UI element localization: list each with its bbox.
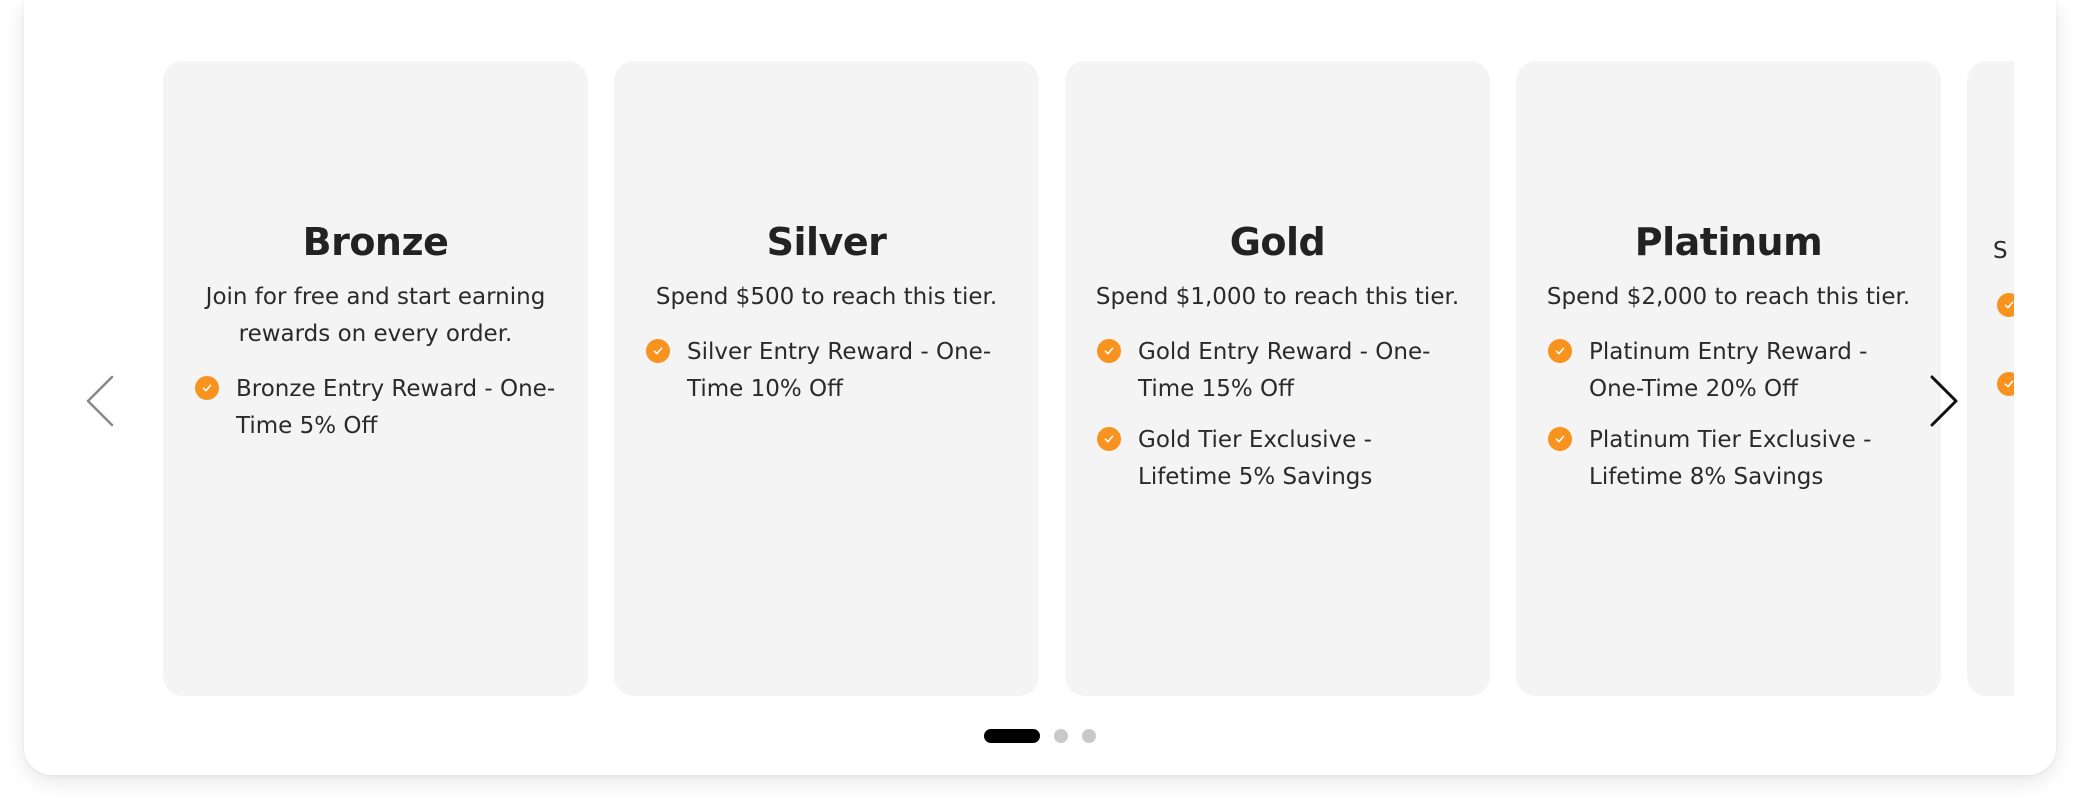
benefit-item: Silver Entry Reward - One-Time 10% Off: [646, 334, 1009, 408]
tier-card-platinum: Platinum Spend $2,000 to reach this tier…: [1516, 61, 1941, 696]
check-circle-icon: [1548, 339, 1572, 363]
carousel-viewport[interactable]: Bronze Join for free and start earning r…: [163, 61, 2014, 696]
benefit-text: Silver Entry Reward - One-Time 10% Off: [687, 339, 992, 402]
chevron-left-icon: [86, 375, 114, 427]
tier-title: Gold: [1229, 220, 1326, 264]
benefit-item: [1997, 367, 2014, 396]
tier-title: Silver: [766, 220, 887, 264]
benefit-item: Bronze Entry Reward - One-Time 5% Off: [195, 371, 558, 445]
check-circle-icon: [1548, 427, 1572, 451]
benefit-item: Gold Entry Reward - One-Time 15% Off: [1097, 334, 1460, 408]
tier-title: Bronze: [302, 220, 449, 264]
benefit-list: Bronze Entry Reward - One-Time 5% Off: [193, 371, 558, 445]
benefit-list: Silver Entry Reward - One-Time 10% Off: [644, 334, 1009, 408]
benefit-text: Bronze Entry Reward - One-Time 5% Off: [236, 376, 556, 439]
tier-description: Spend $1,000 to reach this tier.: [1095, 284, 1460, 310]
benefit-item: Platinum Tier Exclusive - Lifetime 8% Sa…: [1548, 422, 1911, 496]
benefit-item: Gold Tier Exclusive - Lifetime 5% Saving…: [1097, 422, 1460, 496]
tier-title: Platinum: [1634, 220, 1823, 264]
tier-description: Join for free and start earning rewards …: [205, 284, 546, 347]
carousel-pagination: [0, 729, 2080, 743]
check-circle-icon: [1097, 427, 1121, 451]
prev-slide-button[interactable]: [80, 369, 120, 429]
benefit-list: [1997, 288, 2014, 396]
tier-carousel-panel: Bronze Join for free and start earning r…: [24, 0, 2056, 775]
check-circle-icon: [195, 376, 219, 400]
check-circle-icon: [1997, 372, 2014, 396]
carousel-track: Bronze Join for free and start earning r…: [163, 61, 2014, 696]
tier-card-silver: Silver Spend $500 to reach this tier. Si…: [614, 61, 1039, 696]
benefit-text: Gold Tier Exclusive - Lifetime 5% Saving…: [1138, 427, 1373, 490]
tier-description: Spend $500 to reach this tier.: [655, 284, 998, 310]
check-circle-icon: [1097, 339, 1121, 363]
tier-description: Spend $2,000 to reach this tier.: [1546, 284, 1911, 310]
tier-description: S: [1993, 238, 2008, 264]
benefit-item: Platinum Entry Reward - One-Time 20% Off: [1548, 334, 1911, 408]
check-circle-icon: [1997, 293, 2014, 317]
next-slide-button[interactable]: [1924, 369, 1964, 429]
benefit-item: [1997, 288, 2014, 317]
chevron-right-icon: [1930, 375, 1958, 427]
benefit-text: Gold Entry Reward - One-Time 15% Off: [1138, 339, 1431, 402]
tier-card-partial: S: [1967, 61, 2014, 696]
pagination-dot-3[interactable]: [1082, 729, 1096, 743]
pagination-dot-2[interactable]: [1054, 729, 1068, 743]
benefit-list: Platinum Entry Reward - One-Time 20% Off…: [1546, 334, 1911, 496]
benefit-text: Platinum Entry Reward - One-Time 20% Off: [1589, 339, 1868, 402]
benefit-text: Platinum Tier Exclusive - Lifetime 8% Sa…: [1589, 427, 1872, 490]
tier-card-gold: Gold Spend $1,000 to reach this tier. Go…: [1065, 61, 1490, 696]
pagination-dot-1[interactable]: [984, 729, 1040, 743]
benefit-list: Gold Entry Reward - One-Time 15% Off Gol…: [1095, 334, 1460, 496]
check-circle-icon: [646, 339, 670, 363]
tier-card-bronze: Bronze Join for free and start earning r…: [163, 61, 588, 696]
